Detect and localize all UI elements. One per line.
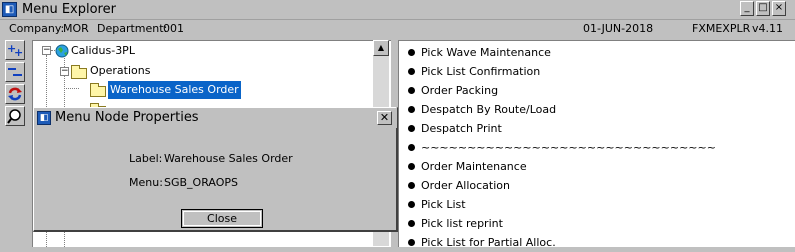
list-item[interactable]: Pick List [408, 195, 466, 214]
open-folder-icon [90, 83, 106, 97]
bullet-icon [408, 49, 415, 56]
app-icon: ◧ [2, 2, 17, 17]
menu-node-properties-dialog: ◧ Menu Node Properties ✕ Label: Warehous… [33, 107, 398, 232]
program-name: FXMEXPLR [692, 22, 751, 35]
list-item[interactable]: Despatch By Route/Load [408, 100, 556, 119]
version-label: v4.11 [752, 22, 784, 35]
list-item[interactable]: Pick Wave Maintenance [408, 43, 551, 62]
menu-value: SGB_ORAOPS [164, 176, 239, 189]
maximize-button[interactable]: □ [756, 1, 770, 16]
list-item[interactable]: Order Maintenance [408, 157, 527, 176]
list-item[interactable]: Order Packing [408, 81, 498, 100]
company-value: MOR [63, 22, 89, 35]
search-icon [7, 109, 21, 124]
menu-items-list: Pick Wave Maintenance Pick List Confirma… [398, 40, 795, 249]
bullet-icon [408, 239, 415, 246]
bullet-icon [408, 220, 415, 227]
label-caption: Label: [129, 152, 163, 165]
collapse-toggle-icon[interactable]: − [42, 46, 51, 55]
date-value: 01-JUN-2018 [583, 22, 654, 35]
dialog-title: Menu Node Properties [55, 110, 199, 125]
bullet-icon [408, 68, 415, 75]
close-window-button[interactable]: × [772, 1, 786, 16]
list-item[interactable]: Order Allocation [408, 176, 510, 195]
bullet-icon [408, 144, 415, 151]
refresh-icon [8, 87, 22, 101]
minimize-button[interactable]: _ [740, 1, 754, 16]
bullet-icon [408, 125, 415, 132]
dialog-app-icon: ◧ [37, 111, 51, 125]
tree-connector [64, 88, 79, 89]
close-button[interactable]: Close [181, 209, 263, 228]
list-item[interactable]: Pick List Confirmation [408, 62, 540, 81]
label-value: Warehouse Sales Order [164, 152, 293, 165]
list-item[interactable]: Pick list reprint [408, 214, 503, 233]
company-label: Company: [9, 22, 65, 35]
list-item[interactable]: Despatch Print [408, 119, 502, 138]
department-value: 001 [163, 22, 184, 35]
bullet-icon [408, 182, 415, 189]
list-item[interactable]: Pick List for Partial Alloc. [408, 233, 556, 252]
tree-node-label-selected: Warehouse Sales Order [108, 81, 241, 99]
svg-text:+: + [14, 46, 23, 57]
refresh-button[interactable] [5, 84, 25, 104]
toolbar: + + [0, 38, 30, 246]
collapse-toggle-icon[interactable]: − [60, 67, 69, 76]
bullet-icon [408, 201, 415, 208]
dialog-close-icon[interactable]: ✕ [377, 111, 392, 125]
folder-icon [71, 65, 87, 79]
window-titlebar: ◧ Menu Explorer _ □ × [0, 0, 795, 20]
bullet-icon [408, 87, 415, 94]
collapse-all-icon [8, 68, 22, 76]
info-bar: Company: MOR Department: 001 01-JUN-2018… [0, 20, 795, 37]
bullet-icon [408, 106, 415, 113]
expand-all-button[interactable]: + + [5, 40, 25, 60]
search-button[interactable] [5, 106, 25, 126]
globe-icon [55, 44, 69, 58]
scroll-up-button[interactable]: ▲ [373, 40, 389, 56]
list-separator: ~~~~~~~~~~~~~~~~~~~~~~~~~~~~~~~~ [408, 138, 716, 157]
menu-caption: Menu: [129, 176, 163, 189]
expand-all-icon: + + [7, 43, 23, 57]
window-title: Menu Explorer [22, 2, 116, 17]
bullet-icon [408, 163, 415, 170]
tree-node-label: Operations [90, 64, 151, 77]
tree-node-label: Calidus-3PL [71, 44, 135, 57]
collapse-all-button[interactable] [5, 62, 25, 82]
dialog-titlebar: ◧ Menu Node Properties ✕ [34, 108, 397, 128]
department-label: Department: [97, 22, 168, 35]
